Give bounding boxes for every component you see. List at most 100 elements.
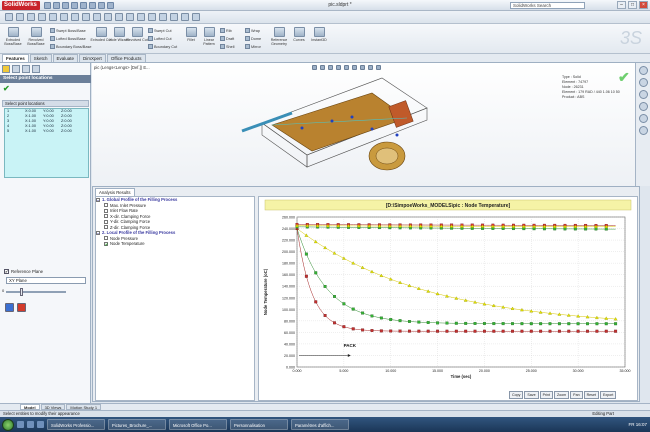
plane-offset-slider[interactable] — [6, 291, 66, 293]
taskbar-item[interactable]: SolidWorks Professio... — [47, 419, 105, 430]
previous-view-icon[interactable] — [328, 65, 333, 70]
ribbon-small-button[interactable]: Mirror — [245, 44, 261, 49]
data-point[interactable] — [584, 227, 588, 231]
data-point[interactable] — [501, 322, 505, 326]
view-palette-icon[interactable] — [638, 102, 648, 111]
quick-launch-icon[interactable] — [17, 421, 24, 428]
tool-icon[interactable] — [126, 13, 134, 21]
taskbar-item[interactable]: Personnalisation — [230, 419, 288, 430]
list-item[interactable]: 5 X:1.00 Y:0.00 Z:0.00 — [5, 129, 88, 134]
taskbar-item[interactable]: Microsoft Office Po... — [169, 419, 227, 430]
tab-analysis-results[interactable]: Analysis Results — [95, 188, 135, 196]
design-library-icon[interactable] — [638, 78, 648, 87]
data-point[interactable] — [408, 329, 411, 333]
data-point[interactable] — [398, 319, 402, 323]
data-point[interactable] — [304, 252, 308, 256]
data-point[interactable] — [586, 322, 589, 326]
tool-icon[interactable] — [170, 13, 178, 21]
edit-appearance-icon[interactable] — [368, 65, 373, 70]
data-point[interactable] — [553, 227, 557, 231]
save-button[interactable]: Save — [524, 391, 539, 399]
data-point[interactable] — [398, 329, 402, 333]
ok-check-icon[interactable]: ✔ — [3, 85, 11, 93]
ribbon-small-button[interactable]: Lofted Boss/Base — [50, 36, 86, 41]
collapse-icon[interactable]: − — [96, 197, 100, 202]
data-point[interactable] — [445, 321, 449, 325]
tab-features[interactable]: Features — [2, 54, 29, 62]
data-point[interactable] — [417, 329, 421, 333]
tab-sketch[interactable]: Sketch — [29, 54, 52, 62]
reference-plane-checkbox[interactable]: ✔ Reference Plane — [4, 268, 89, 275]
collapse-icon[interactable]: − — [96, 230, 100, 235]
print-icon[interactable] — [71, 2, 78, 9]
ribbon-small-button[interactable]: Lofted Cut — [148, 36, 172, 41]
graphics-area[interactable]: pic (Lengs<Lengs> [Def.]) E... ✔ Type: … — [92, 63, 635, 186]
data-point[interactable] — [408, 320, 411, 323]
configuration-icon[interactable] — [22, 65, 30, 73]
minimize-icon[interactable]: – — [617, 1, 626, 9]
section-view-icon[interactable] — [336, 65, 341, 70]
data-point[interactable] — [557, 322, 561, 326]
point-location-list[interactable]: 1 X:0.00 Y:0.00 Z:0.00 2 X:1.00 Y:0.00 Z:0.00 … — [4, 108, 89, 178]
data-point[interactable] — [548, 322, 552, 326]
data-point[interactable] — [604, 322, 608, 326]
tool-icon[interactable] — [192, 13, 200, 21]
tab-evaluate[interactable]: Evaluate — [52, 54, 79, 62]
file-explorer-icon[interactable] — [638, 90, 648, 99]
data-point[interactable] — [464, 329, 468, 333]
appearance-icon[interactable] — [32, 65, 40, 73]
data-point[interactable] — [539, 322, 543, 326]
data-point[interactable] — [542, 227, 546, 231]
data-point[interactable] — [361, 328, 365, 332]
data-point[interactable] — [370, 314, 374, 318]
ribbon-small-button[interactable]: Wrap — [245, 28, 260, 33]
ribbon-small-button[interactable]: Dome — [245, 36, 261, 41]
checkbox-icon[interactable] — [104, 208, 108, 213]
data-point[interactable] — [576, 329, 580, 333]
ribbon-button[interactable]: Reference Geometry — [268, 27, 290, 46]
node-temperature-chart[interactable]: [D:\SimpoeWorks_MODELS\pic : Node Temper… — [259, 197, 637, 391]
tool-icon[interactable] — [181, 13, 189, 21]
checkbox-icon[interactable] — [104, 236, 108, 241]
ribbon-small-button[interactable]: Shell — [220, 44, 234, 49]
data-point[interactable] — [473, 322, 477, 325]
zoom-fit-icon[interactable] — [312, 65, 317, 70]
data-point[interactable] — [614, 322, 618, 326]
ribbon-button[interactable]: Revolved Cut — [126, 27, 148, 42]
tool-icon[interactable] — [115, 13, 123, 21]
new-file-icon[interactable] — [44, 2, 51, 9]
reference-plane-select[interactable]: XY Plane — [6, 277, 86, 284]
data-point[interactable] — [389, 318, 393, 321]
zoom-area-icon[interactable] — [320, 65, 325, 70]
start-button-icon[interactable] — [2, 418, 14, 431]
save-icon[interactable] — [62, 2, 69, 9]
point-marker[interactable] — [350, 115, 354, 119]
ribbon-small-button[interactable]: Boundary Cut — [148, 44, 177, 49]
tool-icon[interactable] — [82, 13, 90, 21]
data-point[interactable] — [426, 329, 430, 333]
data-point[interactable] — [333, 321, 336, 325]
tool-icon[interactable] — [60, 13, 68, 21]
data-point[interactable] — [548, 329, 552, 333]
tool-icon[interactable] — [38, 13, 46, 21]
data-point[interactable] — [304, 274, 308, 278]
data-point[interactable] — [573, 227, 577, 231]
zoom-button[interactable]: Zoom — [553, 391, 570, 399]
data-point[interactable] — [379, 329, 383, 333]
tool-icon[interactable] — [137, 13, 145, 21]
checkbox-icon[interactable] — [104, 203, 108, 208]
tool-icon[interactable] — [27, 13, 35, 21]
data-point[interactable] — [529, 322, 533, 326]
feature-breadcrumb[interactable]: pic (Lengs<Lengs> [Def.]) E... — [94, 65, 150, 70]
data-point[interactable] — [314, 271, 318, 275]
rebuild-icon[interactable] — [98, 2, 105, 9]
data-point[interactable] — [576, 322, 580, 326]
view-orientation-icon[interactable] — [344, 65, 349, 70]
close-icon[interactable]: × — [639, 1, 648, 9]
point-marker[interactable] — [300, 126, 304, 130]
data-point[interactable] — [333, 295, 336, 298]
apply-icon[interactable] — [5, 303, 14, 312]
tool-icon[interactable] — [71, 13, 79, 21]
taskbar-item[interactable]: Pictures_Brochure_... — [108, 419, 166, 430]
data-point[interactable] — [492, 322, 496, 326]
